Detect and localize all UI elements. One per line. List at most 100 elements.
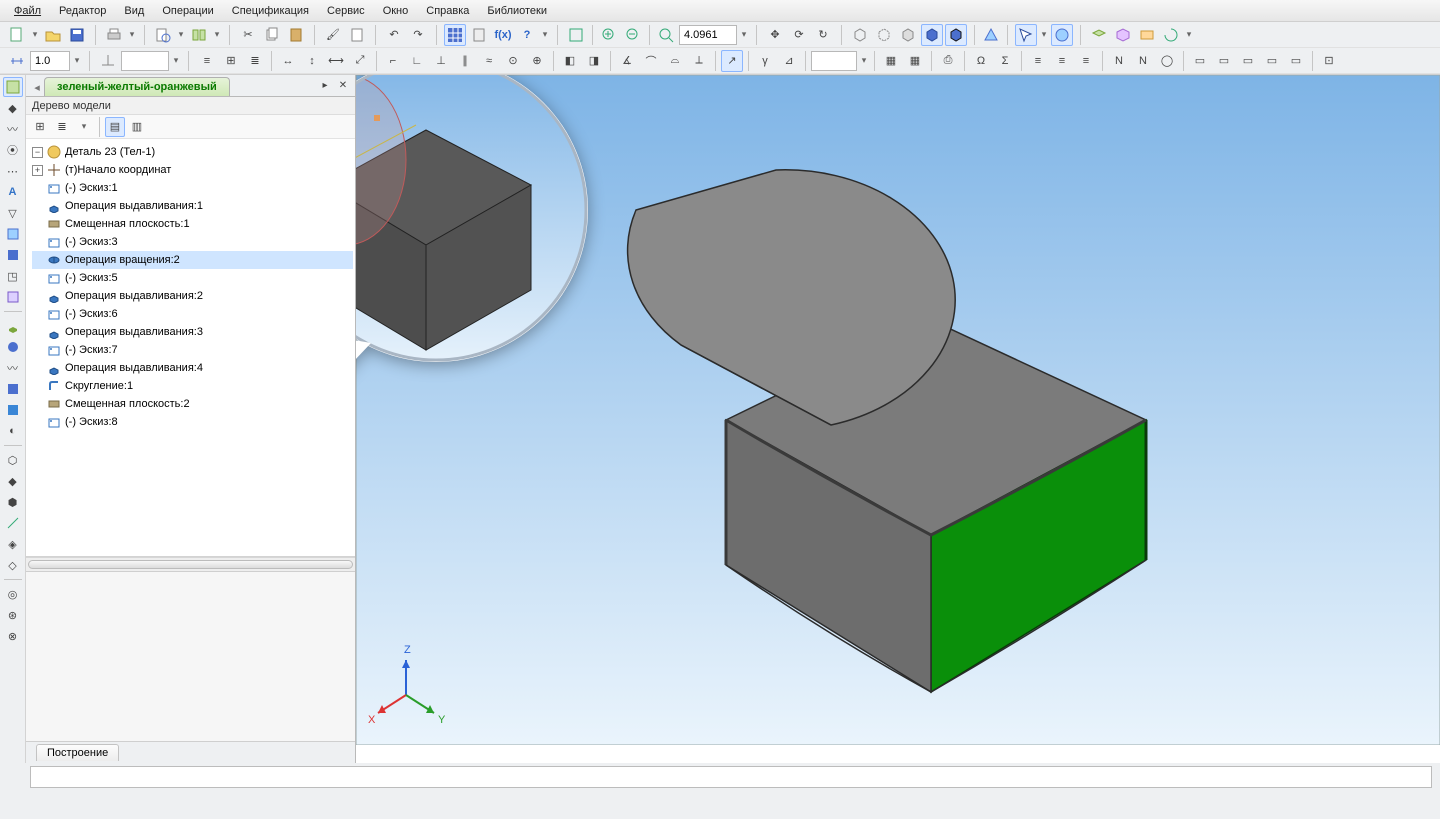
wireframe-button[interactable] [849,24,871,46]
lt-20[interactable]: ⊗ [3,626,23,646]
align-left[interactable]: ≡ [1027,50,1049,72]
lt-16[interactable]: ◈ [3,534,23,554]
clipboard-icon[interactable] [346,24,368,46]
orbit-button[interactable]: ↻ [812,24,834,46]
lt-extrude[interactable] [3,316,23,336]
lt-sweep[interactable]: 〰 [3,358,23,378]
tool-l[interactable]: ≈ [478,50,500,72]
tree-item[interactable]: Операция выдавливания:4 [32,359,353,377]
lt-part[interactable]: ◆ [3,98,23,118]
doc-tab[interactable]: зеленый-желтый-оранжевый [44,77,230,96]
tool-g[interactable]: ⤢ [349,50,371,72]
tree-item[interactable]: (-) Эскиз:5 [32,269,353,287]
shaded-button[interactable] [921,24,943,46]
view-icon-3[interactable]: ▭ [1237,50,1259,72]
help-button[interactable]: ? [516,24,538,46]
tree-item[interactable]: (-) Эскиз:6 [32,305,353,323]
nn-icon-2[interactable]: N [1132,50,1154,72]
menu-file[interactable]: Файл [6,3,49,19]
size-input[interactable] [30,51,70,71]
tool-p[interactable]: ◨ [583,50,605,72]
menu-operations[interactable]: Операции [154,3,221,19]
menu-help[interactable]: Справка [418,3,477,19]
lt-7[interactable]: ◳ [3,266,23,286]
tree-item[interactable]: (-) Эскиз:1 [32,179,353,197]
menu-window[interactable]: Окно [375,3,417,19]
tree-btn-1[interactable]: ⊞ [30,117,50,137]
tool-m[interactable]: ⊙ [502,50,524,72]
lt-revolve[interactable] [3,337,23,357]
tree-item[interactable]: Смещенная плоскость:1 [32,215,353,233]
dimension2-icon[interactable] [97,50,119,72]
omega-icon[interactable]: Ω [970,50,992,72]
undo-button[interactable]: ↶ [383,24,405,46]
rebuild-button[interactable] [1160,24,1182,46]
zoom-out-button[interactable] [622,24,644,46]
select-body-button[interactable] [1015,24,1037,46]
pan-button[interactable]: ✥ [764,24,786,46]
tbl-icon-2[interactable]: ▦ [904,50,926,72]
print-button[interactable] [103,24,125,46]
menu-spec[interactable]: Спецификация [224,3,317,19]
select-filter-button[interactable] [1051,24,1073,46]
align-center[interactable]: ≡ [1051,50,1073,72]
tool-t[interactable]: ⟂ [688,50,710,72]
lt-17[interactable]: ◇ [3,555,23,575]
calc-button[interactable] [468,24,490,46]
tree-item[interactable]: Скругление:1 [32,377,353,395]
tree-item[interactable]: +(т)Начало координат [32,161,353,179]
copy-button[interactable] [261,24,283,46]
print-dropdown[interactable]: ▾ [127,24,137,46]
brush-icon[interactable]: 🖌 [322,24,344,46]
view-icon-1[interactable]: ▭ [1189,50,1211,72]
menu-view[interactable]: Вид [116,3,152,19]
tool-e[interactable]: ↕ [301,50,323,72]
menu-service[interactable]: Сервис [319,3,373,19]
lt-15[interactable] [3,513,23,533]
cut-button[interactable]: ✂ [237,24,259,46]
view-icon-4[interactable]: ▭ [1261,50,1283,72]
hidden-lines-button[interactable] [873,24,895,46]
lt-5[interactable] [3,224,23,244]
tool-j[interactable]: ⊥ [430,50,452,72]
tool-q[interactable]: ∡ [616,50,638,72]
tb-extra-input[interactable] [811,51,857,71]
tree-item[interactable]: Операция выдавливания:1 [32,197,353,215]
tree-item[interactable]: Операция выдавливания:2 [32,287,353,305]
tree-btn-2[interactable]: ≣ [52,117,72,137]
lt-18[interactable]: ◎ [3,584,23,604]
tool-h[interactable]: ⌐ [382,50,404,72]
menu-libraries[interactable]: Библиотеки [479,3,555,19]
tab-build[interactable]: Построение [36,744,119,761]
lt-sketch[interactable] [3,77,23,97]
tool-k[interactable]: ∥ [454,50,476,72]
perspective-button[interactable] [980,24,1002,46]
lt-11[interactable]: ◐ [3,421,23,441]
align-right[interactable]: ≡ [1075,50,1097,72]
lt-8[interactable] [3,287,23,307]
tool-c[interactable]: ≣ [244,50,266,72]
tool-s[interactable]: ⌓ [664,50,686,72]
tree-root[interactable]: − Деталь 23 (Тел-1) [32,143,353,161]
tree-item[interactable]: Операция выдавливания:3 [32,323,353,341]
dimension-icon[interactable] [6,50,28,72]
lt-12[interactable]: ⬡ [3,450,23,470]
lt-19[interactable]: ⊛ [3,605,23,625]
lt-13[interactable]: ◆ [3,471,23,491]
rotate-button[interactable]: ⟳ [788,24,810,46]
nn-icon-3[interactable]: ◯ [1156,50,1178,72]
zoom-in-button[interactable] [598,24,620,46]
tool-f[interactable]: ⟷ [325,50,347,72]
lt-14[interactable]: ⬢ [3,492,23,512]
size-dropdown[interactable]: ▾ [72,50,82,72]
no-hidden-button[interactable] [897,24,919,46]
insert-icon[interactable]: ⎙ [937,50,959,72]
tab-close[interactable]: ✕ [335,77,351,93]
tree-item[interactable]: Операция вращения:2 [32,251,353,269]
tool-n[interactable]: ⊕ [526,50,548,72]
tab-scroll-right[interactable]: ▸ [317,77,333,93]
open-button[interactable] [42,24,64,46]
snap-toggle[interactable]: ↗ [721,50,743,72]
tree-item[interactable]: Смещенная плоскость:2 [32,395,353,413]
tool-r[interactable]: ⌒ [640,50,662,72]
